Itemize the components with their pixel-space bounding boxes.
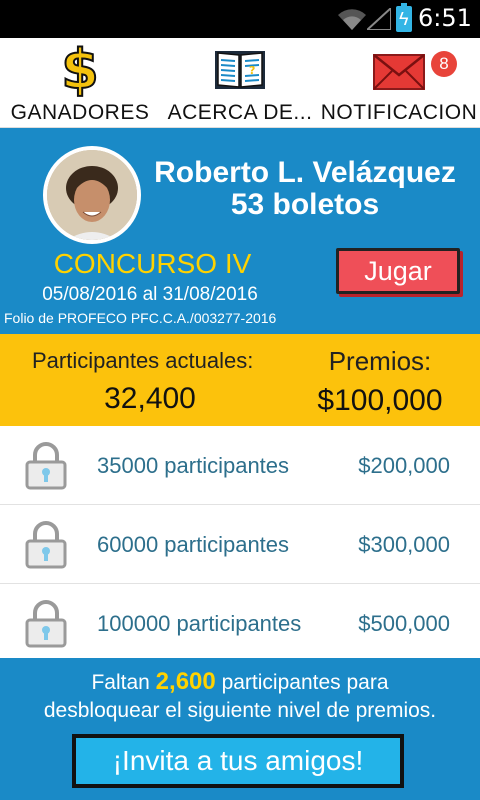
- battery-icon: ϟ: [396, 3, 412, 32]
- play-button[interactable]: Jugar: [336, 248, 460, 294]
- clock: 6:51: [418, 4, 472, 32]
- lock-icon: [25, 521, 67, 569]
- stats-band: Participantes actuales: 32,400 Premios: …: [0, 334, 480, 426]
- level-participants: 100000 participantes: [97, 611, 302, 636]
- contest-folio: Folio de PROFECO PFC.C.A./003277-2016: [4, 310, 277, 326]
- level-participants: 60000 participantes: [97, 532, 290, 557]
- participants-value: 32,400: [104, 382, 196, 415]
- avatar: [43, 146, 141, 244]
- book-icon: ?: [215, 51, 265, 89]
- remaining-count: 2,600: [155, 668, 216, 695]
- contest-dates: 05/08/2016 al 31/08/2016: [42, 284, 258, 305]
- level-prize: $300,000: [358, 532, 450, 557]
- ticket-count: 53 boletos: [230, 188, 380, 221]
- dollar-icon: $: [60, 38, 100, 101]
- envelope-icon: [373, 54, 425, 90]
- level-row: 100000 participantes $500,000: [0, 584, 480, 663]
- notification-badge: 8: [431, 51, 457, 77]
- nav-ganadores[interactable]: $ GANADORES: [0, 38, 160, 128]
- avatar-photo: [47, 150, 137, 240]
- profile-section: Roberto L. Velázquez 53 boletos CONCURSO…: [0, 128, 480, 334]
- signal-icon: [367, 8, 391, 30]
- level-prize: $200,000: [358, 453, 450, 478]
- invite-section: Faltan 2,600 participantes para desbloqu…: [0, 658, 480, 800]
- lock-icon: [25, 442, 67, 490]
- remaining-prefix: Faltan: [91, 671, 156, 694]
- lock-icon: [25, 600, 67, 648]
- level-participants: 35000 participantes: [97, 453, 290, 478]
- remaining-line2: desbloquear el siguiente nivel de premio…: [43, 699, 437, 722]
- nav-notificacion-label: NOTIFICACION: [320, 101, 478, 124]
- level-row: 60000 participantes $300,000: [0, 505, 480, 584]
- prizes-value: $100,000: [317, 384, 443, 417]
- remaining-message: Faltan 2,600 participantes para desbloqu…: [0, 668, 480, 725]
- contest-title: CONCURSO IV: [53, 248, 252, 279]
- nav-acerca[interactable]: ? ACERCA DE...: [160, 38, 320, 128]
- wifi-icon: [338, 9, 366, 30]
- nav-acerca-label: ACERCA DE...: [167, 101, 313, 124]
- participants-label: Participantes actuales:: [32, 348, 254, 373]
- nav-notificacion[interactable]: 8 NOTIFICACION: [318, 38, 480, 128]
- status-bar: ϟ 6:51: [0, 0, 480, 38]
- svg-text:?: ?: [249, 64, 255, 77]
- top-navigation: $ GANADORES ? ACERCA DE... 8 NOTIFICACIO…: [0, 38, 480, 128]
- remaining-suffix: participantes para: [215, 671, 389, 694]
- levels-list: 35000 participantes $200,000 60000 parti…: [0, 426, 480, 663]
- level-row: 35000 participantes $200,000: [0, 426, 480, 505]
- prizes-label: Premios:: [328, 346, 432, 376]
- level-prize: $500,000: [358, 611, 450, 636]
- nav-ganadores-label: GANADORES: [10, 101, 150, 124]
- invite-friends-button[interactable]: ¡Invita a tus amigos!: [72, 734, 404, 788]
- user-name: Roberto L. Velázquez: [154, 156, 456, 189]
